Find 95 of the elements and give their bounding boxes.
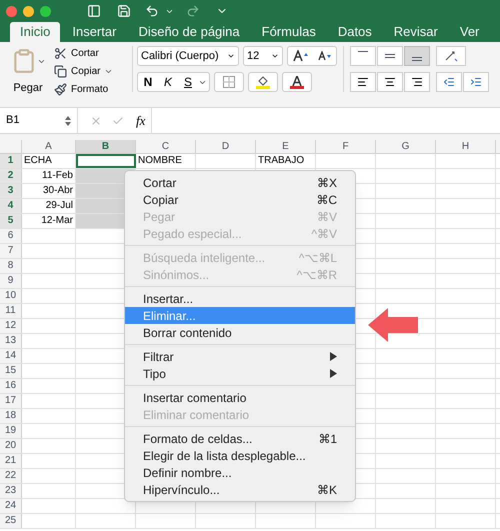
column-header[interactable]: F [316,140,376,153]
font-style-button[interactable]: N [138,73,158,91]
menu-item[interactable]: Borrar contenido [125,324,355,341]
borders-icon[interactable] [214,72,244,92]
font-name-field[interactable]: Calibri (Cuerpo) [137,46,239,66]
column-header[interactable]: B [76,140,136,153]
row-header[interactable]: 15 [0,364,22,378]
caret-icon[interactable] [271,52,279,60]
column-header[interactable]: H [436,140,496,153]
row-header[interactable]: 22 [0,469,22,483]
row-header[interactable]: 13 [0,334,22,348]
undo-icon[interactable] [145,4,159,18]
align-right-icon[interactable] [404,72,430,92]
ribbon-tab[interactable]: Revisar [384,22,448,42]
row-header[interactable]: 21 [0,454,22,468]
row-header[interactable]: 24 [0,499,22,513]
row-header[interactable]: 16 [0,379,22,393]
row-header[interactable]: 19 [0,424,22,438]
clipboard-command[interactable]: Copiar [71,64,100,79]
row-header[interactable]: 1 [0,154,22,168]
font-color-icon[interactable] [282,72,312,92]
cell-text: ECHA [24,155,52,166]
row-header[interactable]: 3 [0,184,22,198]
paste-label[interactable]: Pegar [13,80,43,96]
row-header[interactable]: 4 [0,199,22,213]
row-header[interactable]: 5 [0,214,22,228]
cell-text: 29-Jul [46,200,73,211]
menu-item[interactable]: Insertar comentario [125,389,355,406]
row-header[interactable]: 18 [0,409,22,423]
menu-item[interactable]: Elegir de la lista desplegable... [125,447,355,464]
align-center-icon[interactable] [377,72,403,92]
cell-text: TRABAJO [258,155,304,166]
row-header[interactable]: 23 [0,484,22,498]
caret-icon[interactable] [104,67,114,76]
ribbon-tab[interactable]: Insertar [62,22,126,42]
decrease-indent-icon[interactable] [436,72,462,92]
menu-item[interactable]: Filtrar [125,348,355,365]
column-header[interactable]: G [376,140,436,153]
clipboard-command[interactable]: Cortar [71,46,99,61]
brush-icon[interactable] [54,83,67,96]
menu-item[interactable]: Hipervínculo... ⌘K [125,481,355,498]
cell-text: 30-Abr [42,185,73,196]
column-header[interactable]: C [136,140,196,153]
scissors-icon[interactable] [54,47,67,60]
font-style-button[interactable]: S [178,73,198,91]
fill-color-icon[interactable] [248,72,278,92]
column-header[interactable]: E [256,140,316,153]
font-size-field[interactable]: 12 [243,46,283,66]
column-header[interactable]: D [196,140,256,153]
row-header[interactable]: 17 [0,394,22,408]
clipboard-command[interactable]: Formato [71,82,108,97]
menu-item[interactable]: Definir nombre... [125,464,355,481]
function-button[interactable]: fx [136,110,146,130]
row-header[interactable]: 14 [0,349,22,363]
cell-text: 11-Feb [42,170,73,181]
row-header[interactable]: 9 [0,274,22,288]
minimize-window-icon[interactable] [23,6,34,16]
align-bottom-icon[interactable] [404,46,430,66]
row-header[interactable]: 8 [0,259,22,273]
font-size-buttons-icon[interactable] [287,46,337,66]
redo-icon[interactable] [186,4,200,18]
cell-text: 12-Mar [41,215,73,226]
stepper-icon[interactable] [65,114,71,126]
cell-text: NOMBRE [138,155,182,166]
pointer-arrow-icon [368,308,420,342]
menu-item[interactable]: Formato de celdas... ⌘1 [125,430,355,447]
row-header[interactable]: 12 [0,319,22,333]
row-header[interactable]: 7 [0,244,22,258]
menu-item[interactable]: Tipo [125,365,355,382]
row-header[interactable]: 6 [0,229,22,243]
ribbon-tab[interactable]: Fórmulas [252,22,326,42]
ribbon-tab[interactable]: Inicio [10,22,60,42]
menu-item[interactable]: Copiar ⌘C [125,191,355,208]
caret-icon[interactable] [227,52,235,60]
zoom-window-icon[interactable] [40,6,51,16]
menu-item[interactable]: Cortar ⌘X [125,174,355,191]
menu-item[interactable]: Insertar... [125,290,355,307]
align-middle-icon[interactable] [377,46,403,66]
ribbon-tab[interactable]: Diseño de página [128,22,250,42]
increase-indent-icon[interactable] [463,72,489,92]
row-header[interactable]: 2 [0,169,22,183]
row-header[interactable]: 10 [0,289,22,303]
row-header[interactable]: 20 [0,439,22,453]
font-style-button[interactable]: K [158,73,178,91]
text-orientation-icon[interactable] [436,46,466,66]
row-header[interactable]: 25 [0,514,22,528]
sidebar-icon[interactable] [87,4,101,18]
ribbon-tab[interactable]: Ver [450,22,490,42]
copy-icon[interactable] [54,65,67,78]
align-left-icon[interactable] [350,72,376,92]
save-icon[interactable] [117,4,131,18]
row-header[interactable]: 11 [0,304,22,318]
active-cell[interactable] [76,154,136,168]
ribbon-tab[interactable]: Datos [328,22,382,42]
name-box[interactable]: B1 [6,112,20,129]
